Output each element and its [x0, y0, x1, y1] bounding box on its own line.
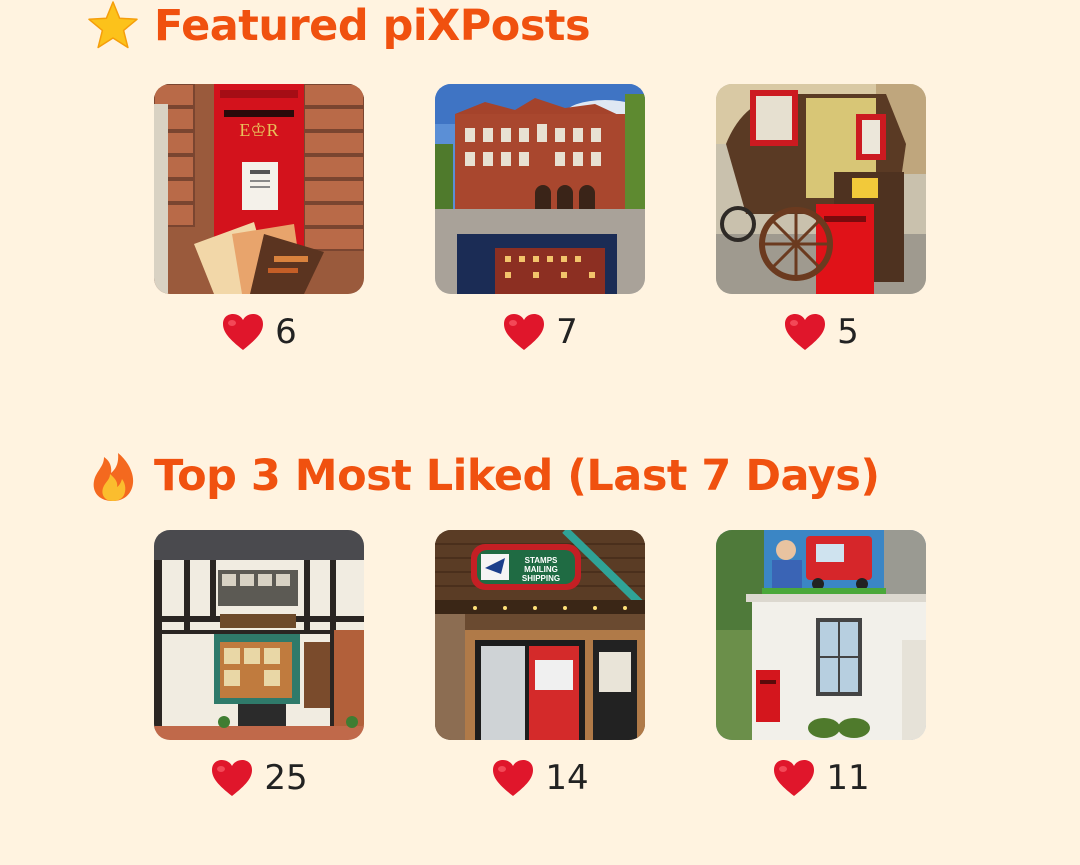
- like-count: 5: [837, 312, 859, 352]
- usps-store-image: STAMPS MAILING SHIPPING: [435, 530, 645, 740]
- top-liked-heading: Top 3 Most Liked (Last 7 Days): [86, 446, 880, 506]
- heart-icon: [493, 760, 534, 796]
- top-liked-grid: 25 STAMPS MAILING SHIPPING 14 11: [154, 530, 934, 810]
- post-thumbnail[interactable]: [716, 84, 926, 294]
- like-count: 25: [264, 758, 308, 798]
- university-building-image: [435, 84, 645, 294]
- like-count: 6: [275, 312, 297, 352]
- like-counter[interactable]: 7: [435, 308, 645, 356]
- heart-icon: [223, 314, 264, 350]
- like-counter[interactable]: 5: [716, 308, 926, 356]
- like-count: 14: [545, 758, 589, 798]
- heart-icon: [774, 760, 815, 796]
- post-thumbnail[interactable]: [716, 530, 926, 740]
- svg-text:STAMPS: STAMPS: [525, 556, 558, 565]
- svg-text:SHIPPING: SHIPPING: [522, 574, 560, 583]
- post-thumbnail[interactable]: [154, 530, 364, 740]
- featured-title: Featured piXPosts: [154, 1, 591, 51]
- top-liked-post-2[interactable]: STAMPS MAILING SHIPPING 14: [435, 530, 645, 802]
- stagecoach-image: [716, 84, 926, 294]
- featured-post-2[interactable]: 7: [435, 84, 645, 356]
- like-counter[interactable]: 11: [716, 754, 926, 802]
- svg-text:MAILING: MAILING: [524, 565, 558, 574]
- tudor-post-office-image: [154, 530, 364, 740]
- heart-icon: [504, 314, 545, 350]
- heart-icon: [785, 314, 826, 350]
- like-counter[interactable]: 25: [154, 754, 364, 802]
- post-thumbnail[interactable]: STAMPS MAILING SHIPPING: [435, 530, 645, 740]
- star-icon: [88, 1, 138, 49]
- heart-icon: [212, 760, 253, 796]
- like-counter[interactable]: 14: [435, 754, 645, 802]
- featured-post-3[interactable]: 5: [716, 84, 926, 356]
- featured-heading: Featured piXPosts: [86, 0, 591, 56]
- top-liked-post-1[interactable]: 25: [154, 530, 364, 802]
- like-count: 11: [826, 758, 870, 798]
- featured-grid: E♔R 6 7 5: [154, 84, 934, 364]
- postman-pat-cottage-image: [716, 530, 926, 740]
- svg-text:E♔R: E♔R: [239, 120, 278, 140]
- top-liked-post-3[interactable]: 11: [716, 530, 926, 802]
- post-thumbnail[interactable]: [435, 84, 645, 294]
- featured-post-1[interactable]: E♔R 6: [154, 84, 364, 356]
- like-counter[interactable]: 6: [154, 308, 364, 356]
- top-liked-title: Top 3 Most Liked (Last 7 Days): [154, 451, 880, 501]
- fire-icon: [93, 453, 134, 501]
- post-thumbnail[interactable]: E♔R: [154, 84, 364, 294]
- red-postbox-in-brick-wall-image: E♔R: [154, 84, 364, 294]
- like-count: 7: [556, 312, 578, 352]
